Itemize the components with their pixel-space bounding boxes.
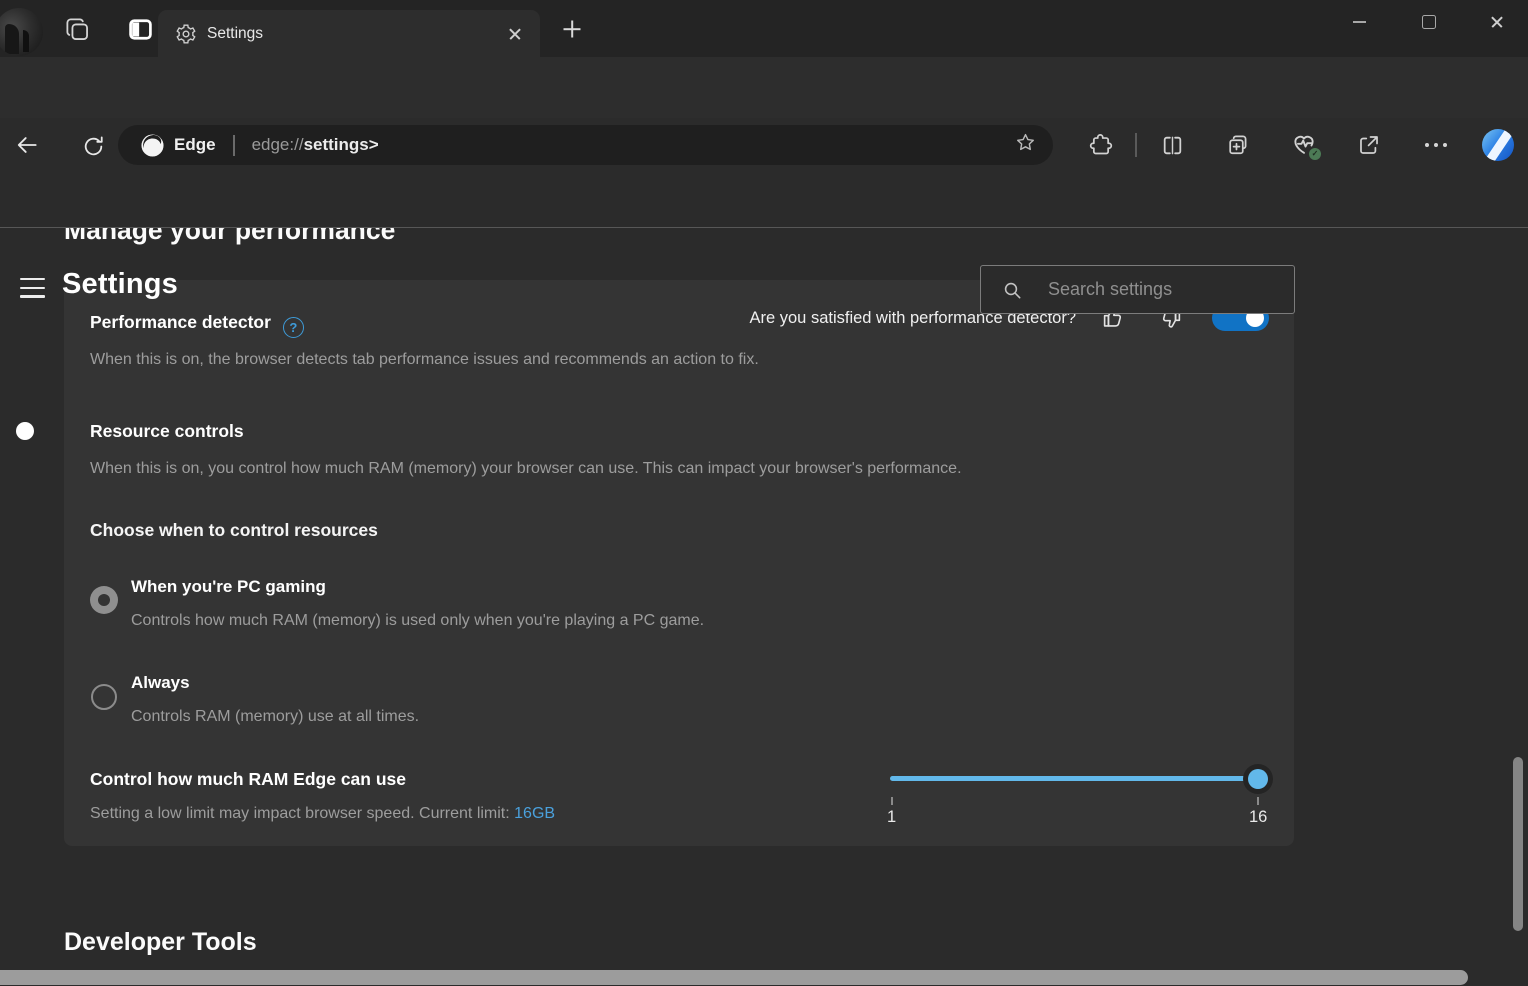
tab-bar: Settings bbox=[0, 0, 1528, 57]
copilot-icon[interactable] bbox=[1482, 129, 1514, 161]
ram-slider-track[interactable] bbox=[890, 776, 1258, 781]
radio-always-description: Controls RAM (memory) use at all times. bbox=[131, 708, 419, 726]
workspaces-icon[interactable] bbox=[62, 14, 92, 44]
toolbar-divider bbox=[1135, 133, 1137, 157]
favorite-star-icon[interactable] bbox=[1014, 131, 1037, 159]
radio-always[interactable] bbox=[91, 684, 117, 710]
horizontal-scrollbar[interactable] bbox=[0, 970, 1468, 985]
radio-pc-gaming-label[interactable]: When you're PC gaming bbox=[131, 577, 326, 597]
current-limit-link[interactable]: 16GB bbox=[514, 805, 555, 822]
window-close-button[interactable] bbox=[1474, 0, 1520, 44]
radio-pc-gaming[interactable] bbox=[90, 586, 118, 614]
slider-tick-min bbox=[891, 797, 893, 805]
new-tab-button[interactable] bbox=[558, 15, 586, 43]
developer-tools-title: Developer Tools bbox=[64, 928, 257, 957]
split-screen-icon[interactable] bbox=[1158, 131, 1186, 159]
vertical-scrollbar[interactable] bbox=[1513, 757, 1523, 931]
url-path: settings> bbox=[304, 135, 379, 155]
back-icon[interactable] bbox=[13, 131, 41, 159]
tab-actions-icon[interactable] bbox=[125, 14, 155, 44]
help-icon[interactable]: ? bbox=[283, 317, 304, 338]
gear-icon bbox=[175, 23, 197, 45]
ram-limit-title: Control how much RAM Edge can use bbox=[90, 769, 406, 790]
performance-detector-title: Performance detector? bbox=[90, 312, 304, 338]
slider-tick-max bbox=[1257, 797, 1259, 805]
performance-card: Performance detector? Are you satisfied … bbox=[64, 280, 1294, 846]
ram-slider: 1 16 bbox=[876, 760, 1276, 840]
essentials-check-badge: ✓ bbox=[1309, 148, 1321, 160]
window-minimize-button[interactable] bbox=[1336, 0, 1382, 44]
radio-pc-gaming-description: Controls how much RAM (memory) is used o… bbox=[131, 612, 704, 630]
settings-search-input[interactable] bbox=[981, 266, 1294, 313]
tab-close-icon[interactable] bbox=[502, 21, 528, 47]
collections-icon[interactable] bbox=[1224, 131, 1252, 159]
tab-title: Settings bbox=[207, 25, 263, 43]
radio-always-label[interactable]: Always bbox=[131, 673, 190, 693]
browser-toolbar: Edge edge://settings> bbox=[0, 57, 1528, 118]
choose-when-title: Choose when to control resources bbox=[90, 520, 378, 541]
site-label: Edge bbox=[174, 135, 216, 155]
share-icon[interactable] bbox=[1355, 131, 1383, 159]
edge-browser-window: Settings Edge edge://set bbox=[0, 0, 1528, 986]
tab-settings[interactable]: Settings bbox=[158, 10, 540, 57]
slider-max-label: 16 bbox=[1249, 808, 1267, 827]
resource-controls-description: When this is on, you control how much RA… bbox=[90, 460, 962, 478]
page-title: Settings bbox=[62, 268, 178, 301]
menu-icon[interactable] bbox=[20, 278, 46, 300]
profile-avatar[interactable] bbox=[0, 8, 43, 56]
ram-limit-description: Setting a low limit may impact browser s… bbox=[90, 805, 555, 823]
window-maximize-button[interactable] bbox=[1406, 0, 1452, 44]
ram-slider-thumb[interactable] bbox=[1243, 764, 1273, 794]
performance-detector-description: When this is on, the browser detects tab… bbox=[90, 351, 759, 369]
settings-search-box[interactable] bbox=[980, 265, 1295, 314]
address-bar[interactable]: Edge edge://settings> bbox=[118, 125, 1053, 165]
more-menu-icon[interactable] bbox=[1422, 131, 1450, 159]
address-divider bbox=[233, 135, 235, 156]
extensions-icon[interactable] bbox=[1087, 131, 1115, 159]
url-scheme: edge:// bbox=[252, 135, 304, 155]
slider-min-label: 1 bbox=[887, 808, 896, 827]
resource-controls-title: Resource controls bbox=[90, 421, 244, 442]
browser-essentials-icon[interactable]: ✓ bbox=[1290, 130, 1318, 158]
edge-logo-icon bbox=[140, 133, 165, 158]
refresh-icon[interactable] bbox=[79, 132, 107, 160]
